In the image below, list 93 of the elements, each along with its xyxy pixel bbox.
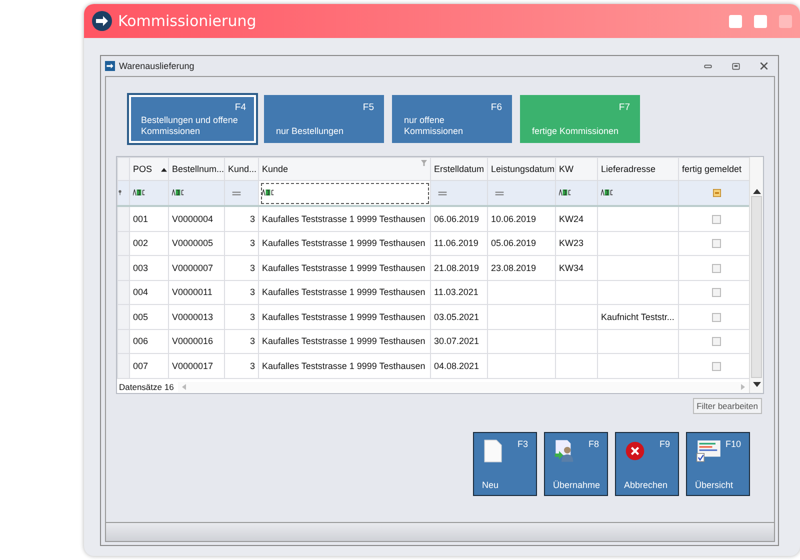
child-window-title: Warenauslieferung [119, 61, 194, 71]
scroll-left-icon[interactable] [182, 384, 186, 390]
scroll-right-icon[interactable] [741, 384, 745, 390]
column-header[interactable]: Kund... [224, 158, 258, 180]
table-cell: V0000013 [172, 312, 214, 322]
table-cell: V0000016 [172, 336, 214, 346]
table-cell: 3 [250, 336, 255, 346]
text-filter-icon[interactable] [172, 189, 184, 196]
vertical-scrollbar[interactable] [749, 157, 763, 393]
column-header[interactable]: Leistungsdatum [488, 158, 556, 180]
table-cell: V0000017 [172, 360, 214, 371]
table-cell: KW24 [559, 214, 584, 224]
edit-filter-button[interactable]: Filter bearbeiten [692, 398, 762, 414]
filter-tile[interactable]: F4 Bestellungen und offene Kommissionen [129, 95, 256, 143]
text-filter-icon[interactable] [601, 189, 613, 196]
filter-tile[interactable]: F5 nur Bestellungen [264, 95, 384, 143]
table-cell: KW23 [559, 238, 584, 248]
table-cell: 10.06.2019 [491, 214, 536, 224]
restore-icon[interactable] [731, 61, 741, 71]
table-cell: 05.06.2019 [491, 238, 536, 248]
table-cell: 30.07.2021 [434, 336, 480, 346]
table-cell: 006 [133, 336, 148, 346]
table-cell: 3 [250, 287, 255, 298]
action-button[interactable]: F8 Übernahme [544, 432, 608, 496]
minimize-button[interactable] [729, 14, 742, 28]
table-cell: V0000011 [172, 287, 212, 298]
document-icon [483, 439, 503, 463]
table-cell: 003 [133, 262, 148, 273]
equals-filter-icon[interactable] [438, 191, 447, 196]
cancel-icon [625, 439, 645, 463]
checkbox[interactable] [712, 239, 721, 248]
column-header[interactable]: Bestellnum... [168, 158, 224, 180]
arrow-logo-icon [105, 61, 115, 71]
table-cell: 11.03.2021 [434, 287, 478, 298]
table-cell: 11.06.2019 [434, 238, 478, 248]
column-header[interactable]: POS [130, 158, 168, 180]
table-cell: 002 [133, 238, 148, 248]
table-cell: 3 [250, 238, 255, 248]
table-cell: 03.05.2021 [434, 312, 480, 322]
table-cell: 005 [133, 312, 148, 322]
table-cell: 3 [250, 214, 255, 224]
close-button[interactable] [779, 14, 792, 28]
column-header[interactable]: fertig gemeldet [678, 158, 749, 180]
column-header[interactable]: Kunde [258, 158, 430, 180]
arrow-logo-icon [92, 11, 112, 31]
checkbox[interactable] [712, 288, 721, 298]
column-header[interactable]: Lieferadresse [598, 158, 678, 180]
checkbox[interactable] [712, 214, 721, 224]
table-cell: Kaufalles Teststrasse 1 9999 Testhausen [262, 312, 426, 322]
table-cell: V0000005 [172, 238, 214, 248]
checkbox[interactable] [712, 264, 721, 273]
checkbox[interactable] [712, 362, 721, 371]
table-cell: 21.08.2019 [434, 262, 480, 273]
table-cell: Kaufalles Teststrasse 1 9999 Testhausen [262, 238, 426, 248]
table-cell: 004 [133, 287, 148, 298]
report-icon [696, 439, 722, 463]
table-cell: Kaufalles Teststrasse 1 9999 Testhausen [262, 214, 426, 224]
table-cell: Kaufalles Teststrasse 1 9999 Testhausen [262, 360, 426, 371]
action-button[interactable]: F10 Übersicht [686, 432, 750, 496]
equals-filter-icon[interactable] [232, 191, 241, 196]
equals-filter-icon[interactable] [495, 191, 504, 196]
action-button[interactable]: F9 Abbrechen [615, 432, 679, 496]
filter-tile[interactable]: F6 nur offene Kommissionen [392, 95, 512, 143]
table-cell: 06.06.2019 [434, 214, 480, 224]
table-cell: Kaufalles Teststrasse 1 9999 Testhausen [262, 262, 426, 273]
column-header[interactable]: KW [556, 158, 598, 180]
filter-row-icon [118, 189, 122, 196]
text-filter-icon[interactable] [133, 189, 145, 196]
table-cell: 3 [250, 312, 255, 322]
column-header[interactable]: Erstelldatum [430, 158, 488, 180]
close-icon[interactable] [759, 61, 769, 71]
table-cell: Kaufnicht Teststr... [601, 312, 674, 322]
table-cell: V0000007 [172, 262, 214, 273]
action-button[interactable]: F3 Neu [473, 432, 537, 496]
table-cell: KW34 [559, 262, 584, 273]
checkbox[interactable] [712, 312, 721, 322]
table-cell: 007 [133, 360, 148, 371]
table-cell: Kaufalles Teststrasse 1 9999 Testhausen [262, 336, 426, 346]
table-cell: 001 [133, 214, 148, 224]
record-count: Datensätze 16 [119, 382, 174, 392]
table-cell: 3 [250, 262, 255, 273]
table-cell: Kaufalles Teststrasse 1 9999 Testhausen [262, 287, 426, 298]
text-filter-icon[interactable] [262, 189, 274, 196]
text-filter-icon[interactable] [559, 189, 571, 196]
maximize-button[interactable] [754, 14, 767, 28]
table-cell: 3 [250, 360, 255, 371]
check-filter-icon[interactable] [712, 189, 720, 197]
table-cell: V0000004 [172, 214, 214, 224]
table-cell: 23.08.2019 [491, 262, 536, 273]
table-cell: 04.08.2021 [434, 360, 480, 371]
person-transfer-icon [554, 439, 574, 463]
window-title: Kommissionierung [118, 12, 256, 30]
checkbox[interactable] [712, 337, 721, 346]
